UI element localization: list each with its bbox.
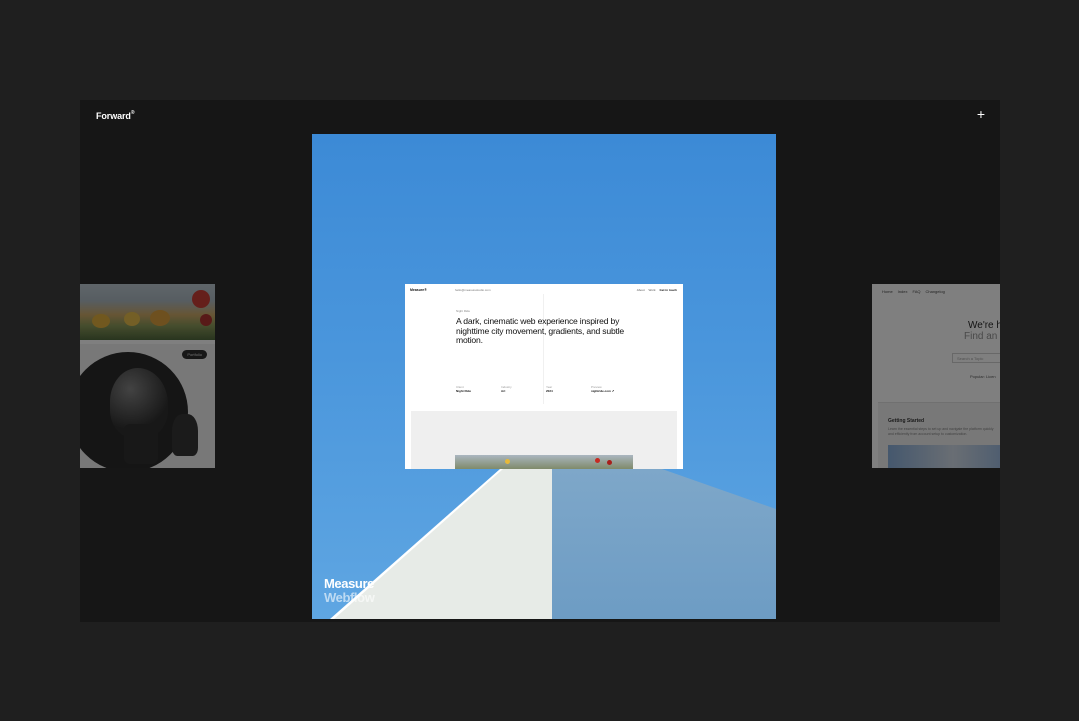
meta-year: Year 2024 (546, 385, 553, 393)
registered-mark: ® (130, 110, 135, 116)
help-search-input: Search a Topic (952, 353, 1000, 363)
brand-name: Forward (96, 111, 131, 121)
project-card-left[interactable]: Portfolio (80, 284, 215, 468)
showcase-stage: Forward® + Portfolio Home Index FAQ Chan… (80, 100, 1000, 622)
popular-topics: Popular: Licen (970, 374, 996, 379)
project-platform: Webflow (324, 590, 375, 605)
project-card-center[interactable]: Measure® hello@measurestudio.com About W… (312, 134, 776, 619)
plus-icon[interactable]: + (977, 107, 985, 121)
sculpture-image: Portfolio (80, 344, 215, 468)
brand-logo[interactable]: Forward® (96, 110, 135, 121)
meta-industry: Industry Art (501, 385, 512, 393)
preview-logo: Measure® (410, 288, 427, 292)
help-image (888, 445, 1000, 468)
website-preview: Measure® hello@measurestudio.com About W… (405, 284, 683, 469)
project-title: Measure (324, 576, 374, 591)
help-subheading: Find an (964, 331, 998, 342)
preview-headline: A dark, cinematic web experience inspire… (456, 316, 625, 346)
meta-preview: Preview nightride.com ↗ (591, 385, 615, 393)
flowers-image (80, 284, 215, 340)
preview-gallery (411, 411, 677, 469)
preview-email: hello@measurestudio.com (455, 288, 491, 292)
project-card-right[interactable]: Home Index FAQ Changelog We're h Find an… (872, 284, 1000, 468)
getting-started-box: Getting Started Learn the essential step… (878, 402, 1000, 468)
category-pill: Portfolio (182, 350, 207, 359)
preview-tag: Night Ride (456, 309, 471, 313)
preview-image (455, 455, 633, 469)
help-heading: We're h (968, 320, 1000, 331)
meta-client: Client Night Ride (456, 385, 471, 393)
help-site-nav: Home Index FAQ Changelog (882, 289, 945, 294)
preview-nav: About Work Get in touch (636, 288, 677, 292)
